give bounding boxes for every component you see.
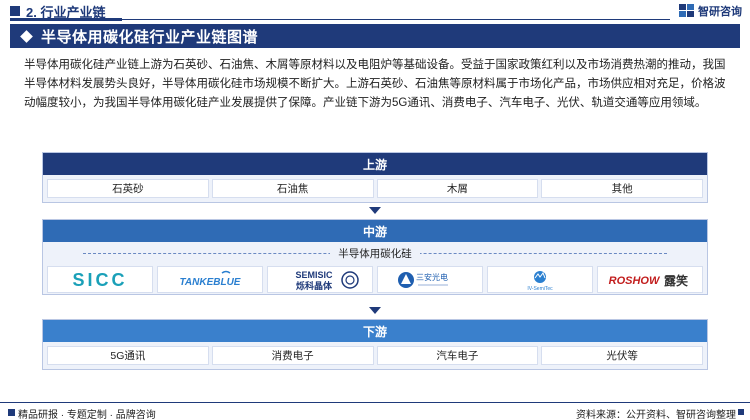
intro-paragraph: 半导体用碳化硅产业链上游为石英砂、石油焦、木屑等原材料以及电阻炉等基础设备。受益… bbox=[24, 59, 726, 109]
footer-tagline: 精品研报 · 专题定制 · 品牌咨询 bbox=[18, 410, 156, 420]
brand-name: 智研咨询 bbox=[698, 6, 742, 18]
logo-text: IV-SemiTec bbox=[527, 286, 553, 292]
logo-text: 三安光电 bbox=[416, 272, 448, 282]
logo-text: TANKEBLUE bbox=[180, 277, 241, 288]
brand: 智研咨询 bbox=[679, 3, 742, 19]
arrow-down-icon bbox=[369, 207, 381, 214]
company-logo-ivsemitec: IV-SemiTec bbox=[487, 266, 593, 293]
upstream-item: 石英砂 bbox=[47, 179, 209, 198]
downstream-section: 下游 5G通讯 消费电子 汽车电子 光伏等 bbox=[42, 319, 708, 370]
arrow-down-icon bbox=[369, 307, 381, 314]
upstream-header: 上游 bbox=[43, 153, 707, 175]
diamond-icon bbox=[20, 29, 33, 43]
semisic-logo-icon: SEMISIC 烁科晶体 bbox=[295, 270, 359, 291]
logo-subtext: 露笑 bbox=[664, 273, 688, 288]
page-title: 半导体用碳化硅行业产业链图谱 bbox=[41, 28, 259, 46]
downstream-item: 光伏等 bbox=[541, 346, 703, 365]
title-banner: 半导体用碳化硅行业产业链图谱 bbox=[10, 24, 740, 48]
brand-logo-icon bbox=[679, 4, 694, 17]
downstream-header: 下游 bbox=[43, 320, 707, 342]
footer-square-icon bbox=[8, 409, 15, 416]
logo-text: SICC bbox=[72, 270, 127, 290]
downstream-item: 5G通讯 bbox=[47, 346, 209, 365]
midstream-header: 中游 bbox=[43, 220, 707, 242]
midstream-subtitle: 半导体用碳化硅 bbox=[43, 246, 707, 261]
footer-source: 资料来源：公开资料、智研咨询整理 bbox=[576, 410, 736, 420]
tankeblue-logo-icon: TANKEBLUE bbox=[180, 270, 241, 288]
page-footer: 精品研报 · 专题定制 · 品牌咨询 资料来源：公开资料、智研咨询整理 bbox=[0, 402, 750, 420]
upstream-section: 上游 石英砂 石油焦 木屑 其他 bbox=[42, 152, 708, 203]
company-logo-roshow: ROSHOW 露笑 bbox=[597, 266, 703, 293]
downstream-item: 消费电子 bbox=[211, 346, 374, 365]
midstream-section: 中游 半导体用碳化硅 SICC TANKEBLUE SEMISIC 烁科晶体 三… bbox=[42, 219, 708, 295]
ivsemitec-logo-icon: IV-SemiTec bbox=[527, 270, 553, 292]
roshow-logo-icon: ROSHOW 露笑 bbox=[609, 273, 688, 288]
sanan-logo-icon: 三安光电 bbox=[398, 271, 448, 288]
header-divider-accent bbox=[10, 18, 122, 21]
company-logo-sanan: 三安光电 bbox=[377, 266, 483, 293]
upstream-item: 木屑 bbox=[376, 179, 539, 198]
logo-text: ROSHOW bbox=[609, 275, 661, 287]
downstream-item: 汽车电子 bbox=[376, 346, 539, 365]
header-square-icon bbox=[10, 6, 20, 16]
logo-subtext: 烁科晶体 bbox=[296, 280, 333, 291]
upstream-item: 其他 bbox=[541, 179, 703, 198]
page-header: 2. 行业产业链 智研咨询 bbox=[0, 0, 750, 22]
upstream-item: 石油焦 bbox=[211, 179, 374, 198]
company-logo-sicc: SICC bbox=[47, 266, 153, 293]
logo-text: SEMISIC bbox=[295, 270, 333, 280]
footer-mark-icon bbox=[738, 409, 744, 415]
sicc-logo-icon: SICC bbox=[72, 270, 127, 290]
company-logo-semisic: SEMISIC 烁科晶体 bbox=[267, 266, 373, 293]
company-logo-tankeblue: TANKEBLUE bbox=[157, 266, 263, 293]
